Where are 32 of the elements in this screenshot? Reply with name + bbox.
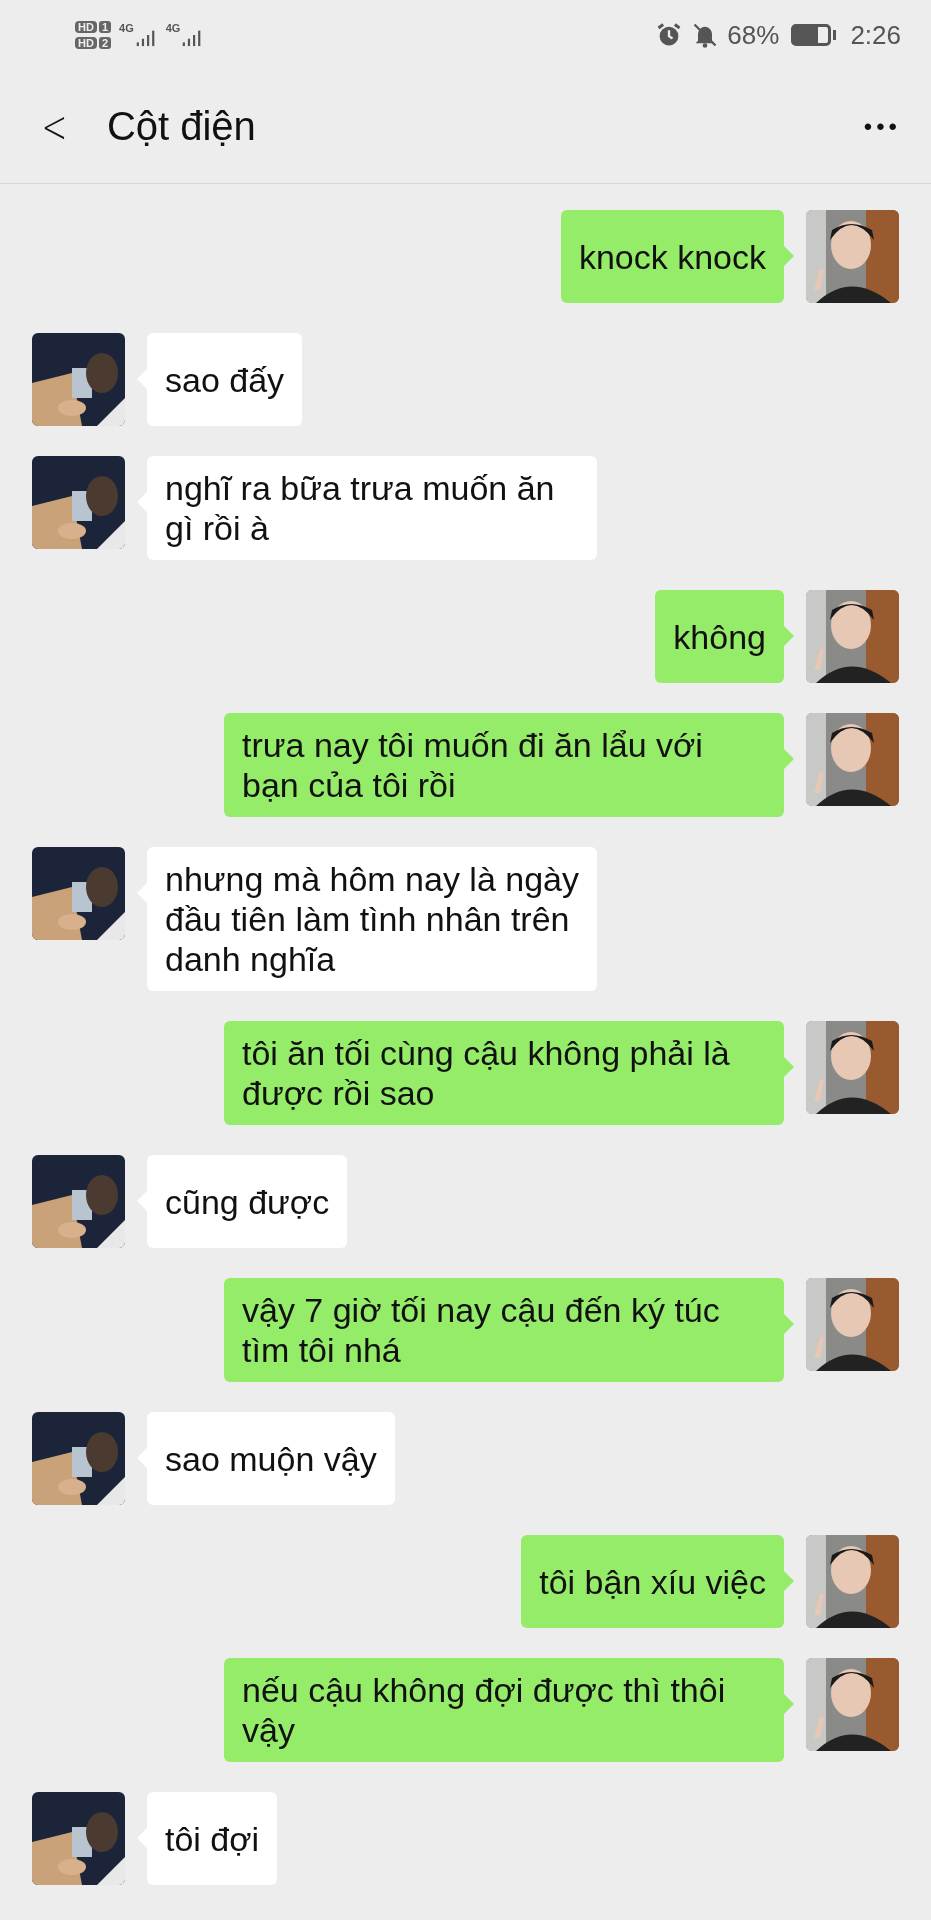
- message-bubble: tôi đợi: [147, 1792, 278, 1885]
- message-bubble: tôi ăn tối cùng cậu không phải là được rồi sao: [224, 1021, 784, 1125]
- message-bubble: không: [655, 590, 784, 683]
- bubble-tail: [784, 1314, 794, 1334]
- network-type: 4G: [165, 22, 181, 34]
- more-button[interactable]: •••: [863, 112, 901, 141]
- bubble-tail: [784, 1694, 794, 1714]
- message-bubble: nhưng mà hôm nay là ngày đầu tiên làm tình nhân trên danh nghĩa: [147, 847, 597, 991]
- message-bubble: tôi bận xíu việc: [521, 1535, 784, 1628]
- clock: 2:26: [850, 19, 901, 51]
- battery-percent: 68%: [727, 19, 780, 51]
- sim-slot: 1: [98, 21, 111, 33]
- sim-badge: HD: [75, 37, 97, 49]
- bubble-tail: [784, 749, 794, 769]
- message-bubble: trưa nay tôi muốn đi ăn lẩu với bạn của tôi rồi: [224, 713, 784, 817]
- message-bubble: nghĩ ra bữa trưa muốn ăn gì rồi à: [147, 456, 597, 560]
- bubble-tail: [784, 246, 794, 266]
- message-bubble: vậy 7 giờ tối nay cậu đến ký túc tìm tôi nhá: [224, 1278, 784, 1382]
- bubble-tail: [784, 1571, 794, 1591]
- message-bubble: knock knock: [560, 210, 784, 303]
- message-bubble: nếu cậu không đợi được thì thôi vậy: [224, 1658, 784, 1762]
- battery-icon: [791, 24, 832, 46]
- sim-badge: HD: [75, 21, 97, 33]
- back-button[interactable]: <: [37, 101, 72, 152]
- network-type: 4G: [119, 22, 134, 34]
- chat-title: Cột điện: [106, 104, 256, 149]
- message-bubble: sao muộn vậy: [147, 1412, 395, 1505]
- bubble-tail: [784, 1057, 794, 1077]
- sim-slot: 2: [98, 37, 111, 49]
- bubble-tail: [784, 626, 794, 646]
- message-bubble: cũng được: [147, 1155, 348, 1248]
- message-bubble: sao đấy: [147, 333, 303, 426]
